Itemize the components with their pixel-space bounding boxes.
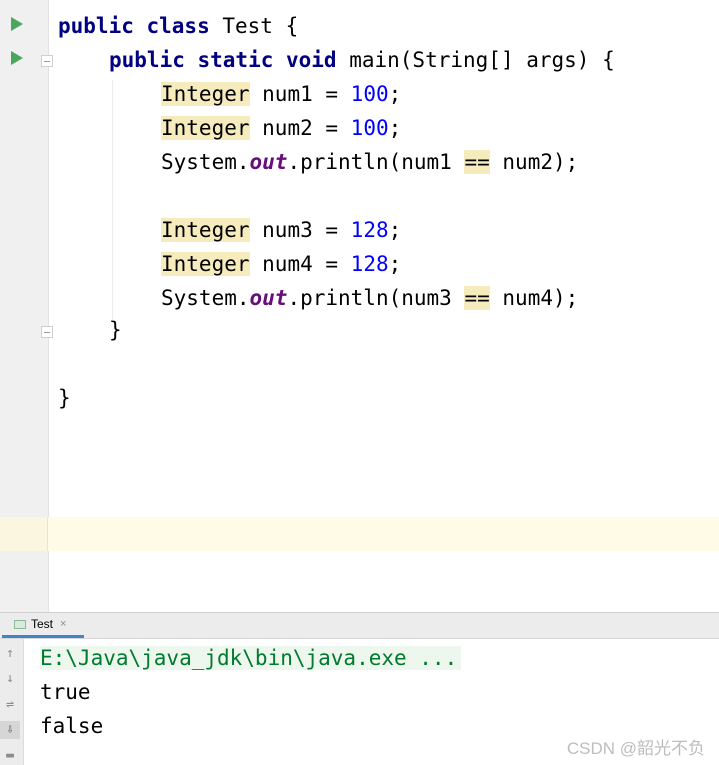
indent-guide <box>112 80 113 320</box>
tab-test[interactable]: Test × <box>2 613 84 638</box>
integer-type-highlight: Integer <box>161 116 250 140</box>
console-output-line-1: true <box>40 680 91 704</box>
soft-wrap-icon[interactable]: ⇌ <box>0 696 20 714</box>
code-line-3: Integer num1 = 100; <box>161 82 402 106</box>
run-class-icon[interactable] <box>11 17 23 31</box>
run-toolbar: ↑ ↓ ⇌ ⇩ ▬ <box>0 639 24 765</box>
integer-type-highlight: Integer <box>161 218 250 242</box>
tab-test-label: Test <box>31 617 54 631</box>
fold-start-icon[interactable] <box>41 55 53 67</box>
code-line-1: public class Test { <box>58 14 299 38</box>
code-line-2: public static void main(String[] args) { <box>109 48 615 72</box>
current-line-highlight <box>0 517 719 551</box>
equality-operator-highlight: == <box>464 286 490 310</box>
run-main-icon[interactable] <box>11 51 23 65</box>
code-editor[interactable]: public class Test { public static void m… <box>0 0 719 612</box>
fold-end-icon[interactable] <box>41 326 53 338</box>
print-icon[interactable]: ▬ <box>0 747 20 765</box>
close-icon[interactable]: × <box>60 618 66 630</box>
integer-type-highlight: Integer <box>161 252 250 276</box>
console-output-line-2: false <box>40 714 104 738</box>
code-line-12: } <box>58 386 71 410</box>
run-tab-bar: Test × <box>0 613 719 639</box>
run-tool-window: Test × ↑ ↓ ⇌ ⇩ ▬ E:\Java\java_jdk\bin\ja… <box>0 612 719 765</box>
scroll-to-end-icon[interactable]: ⇩ <box>0 721 20 739</box>
code-line-8: Integer num4 = 128; <box>161 252 402 276</box>
up-arrow-icon[interactable]: ↑ <box>0 645 20 663</box>
equality-operator-highlight: == <box>464 150 490 174</box>
code-line-9: System.out.println(num3 == num4); <box>161 286 579 310</box>
code-line-7: Integer num3 = 128; <box>161 218 402 242</box>
code-line-4: Integer num2 = 100; <box>161 116 402 140</box>
code-line-5: System.out.println(num1 == num2); <box>161 150 579 174</box>
code-line-10: } <box>109 318 122 342</box>
run-config-icon <box>14 619 26 629</box>
integer-type-highlight: Integer <box>161 82 250 106</box>
down-arrow-icon[interactable]: ↓ <box>0 670 20 688</box>
watermark: CSDN @韶光不负 <box>566 739 705 758</box>
console-command-line: E:\Java\java_jdk\bin\java.exe ... <box>40 641 462 675</box>
